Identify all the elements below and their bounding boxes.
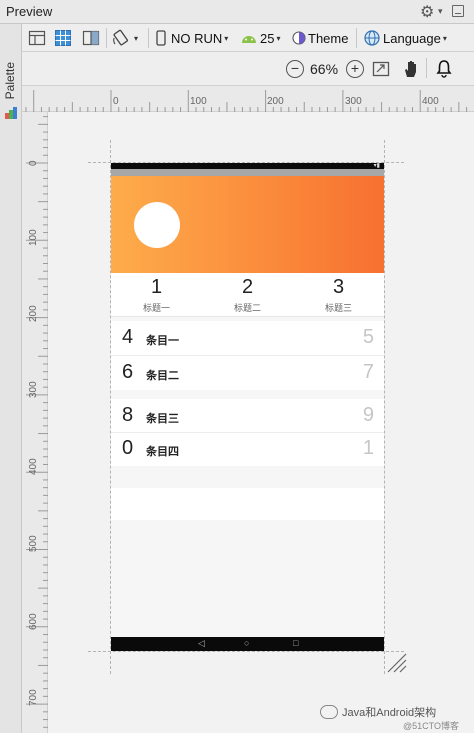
v-ruler-label: 200 [28,305,39,322]
item-right-number: 7 [362,361,374,383]
language-selector[interactable]: Language ▾ [364,29,447,47]
v-ruler-label: 0 [28,160,39,166]
avatar[interactable] [134,202,180,248]
device-bound-bottom [88,651,404,652]
list-item[interactable]: 6 条目二 7 [111,356,384,390]
item-right-number: 5 [362,326,374,348]
empty-panel [111,488,384,520]
zoom-toolbar: − 66% + [22,52,474,86]
orientation-icon[interactable] [112,29,130,47]
h-ruler-label: 300 [345,96,362,107]
horizontal-ruler: 0 100 200 300 400 [22,86,474,112]
list-group-1: 4 条目一 5 6 条目二 7 [111,321,384,390]
stat-item[interactable]: 3 标题三 [293,273,384,317]
stat-number: 1 [150,276,163,298]
v-ruler-label: 400 [28,458,39,475]
zoom-to-fit-icon[interactable] [372,60,390,78]
theme-selector[interactable]: Theme [292,29,348,47]
api-level-selector[interactable]: 25 ▾ [240,29,280,47]
device-label: NO RUN [171,30,223,46]
item-title: 条目四 [146,446,179,458]
list-group-2: 8 条目三 9 0 条目四 1 [111,399,384,466]
orientation-dropdown[interactable]: ▾ [132,29,138,47]
design-view-icon[interactable] [28,29,46,47]
stat-number: 3 [332,276,345,298]
v-ruler-label: 300 [28,381,39,398]
zoom-level: 66% [310,61,339,77]
stat-label: 标题三 [324,303,352,313]
stat-label: 标题二 [233,303,261,313]
settings-dropdown-caret[interactable]: ▾ [438,6,443,17]
navigation-bar: ◁ ○ □ [111,637,384,651]
palette-label: Palette [3,62,17,100]
split-view-icon[interactable] [82,29,100,47]
h-ruler-label: 0 [113,96,119,107]
blueprint-view-icon[interactable] [54,29,72,47]
preview-toolbar: ▾ NO RUN ▾ 25 ▾ Theme Language ▾ [22,24,474,52]
item-left-number: 8 [122,404,134,426]
palette-side-tab[interactable]: Palette [0,24,22,733]
item-left-number: 0 [122,437,134,459]
device-bound-right [384,140,385,674]
app-bar [111,169,384,176]
stat-item[interactable]: 2 标题二 [202,273,293,317]
stat-number: 2 [241,276,254,298]
recents-icon[interactable]: □ [293,638,298,648]
v-ruler-label: 700 [28,689,39,706]
vertical-ruler-ticks [26,116,48,728]
stat-item[interactable]: 1 标题一 [111,273,202,317]
wechat-icon [320,705,338,719]
watermark-subtext: @51CTO博客 [403,721,459,731]
stat-label: 标题一 [142,303,170,313]
h-ruler-label: 400 [422,96,439,107]
h-ruler-label: 100 [190,96,207,107]
item-title: 条目二 [146,370,179,382]
palette-icon [5,107,17,119]
item-right-number: 9 [362,404,374,426]
pan-hand-icon[interactable] [402,59,420,79]
item-left-number: 4 [122,326,134,348]
zoom-in-icon[interactable]: + [346,60,364,78]
window-title: Preview [6,4,53,19]
v-ruler-label: 500 [28,535,39,552]
watermark: Java和Android架构 [320,704,436,720]
gear-icon[interactable]: ⚙ [420,2,434,22]
v-ruler-label: 600 [28,613,39,630]
theme-label: Theme [308,30,349,46]
api-level-label: 25 [260,30,275,46]
profile-header [111,176,384,273]
zoom-out-icon[interactable]: − [286,60,304,78]
list-item[interactable]: 4 条目一 5 [111,321,384,355]
device-preview[interactable]: ▾▮ 1 标题一 2 标题二 3 标题三 4 条目一 5 6 条目二 7 8 条… [111,163,384,651]
home-icon[interactable]: ○ [244,638,249,648]
theme-icon [292,31,306,45]
item-title: 条目一 [146,335,179,347]
watermark-text: Java和Android架构 [342,707,437,719]
h-ruler-label: 200 [267,96,284,107]
item-right-number: 1 [362,437,374,459]
v-ruler-label: 100 [28,229,39,246]
hide-panel-icon[interactable] [452,5,464,17]
resize-handle-icon[interactable] [386,652,408,674]
preview-title-bar: Preview ⚙ ▾ [0,0,474,24]
globe-icon [364,30,380,46]
vertical-ruler: 0 100 200 300 400 500 600 700 [22,112,48,733]
stats-row: 1 标题一 2 标题二 3 标题三 [111,273,384,317]
phone-icon [156,30,166,46]
horizontal-ruler-ticks [25,90,468,112]
item-title: 条目三 [146,413,179,425]
language-label: Language [383,30,441,46]
list-item[interactable]: 8 条目三 9 [111,399,384,433]
item-left-number: 6 [122,361,134,383]
android-icon [242,36,256,43]
device-selector[interactable]: NO RUN ▾ [156,29,228,47]
notifications-bell-icon[interactable] [436,59,452,79]
back-icon[interactable]: ◁ [198,638,205,649]
list-item[interactable]: 0 条目四 1 [111,432,384,466]
